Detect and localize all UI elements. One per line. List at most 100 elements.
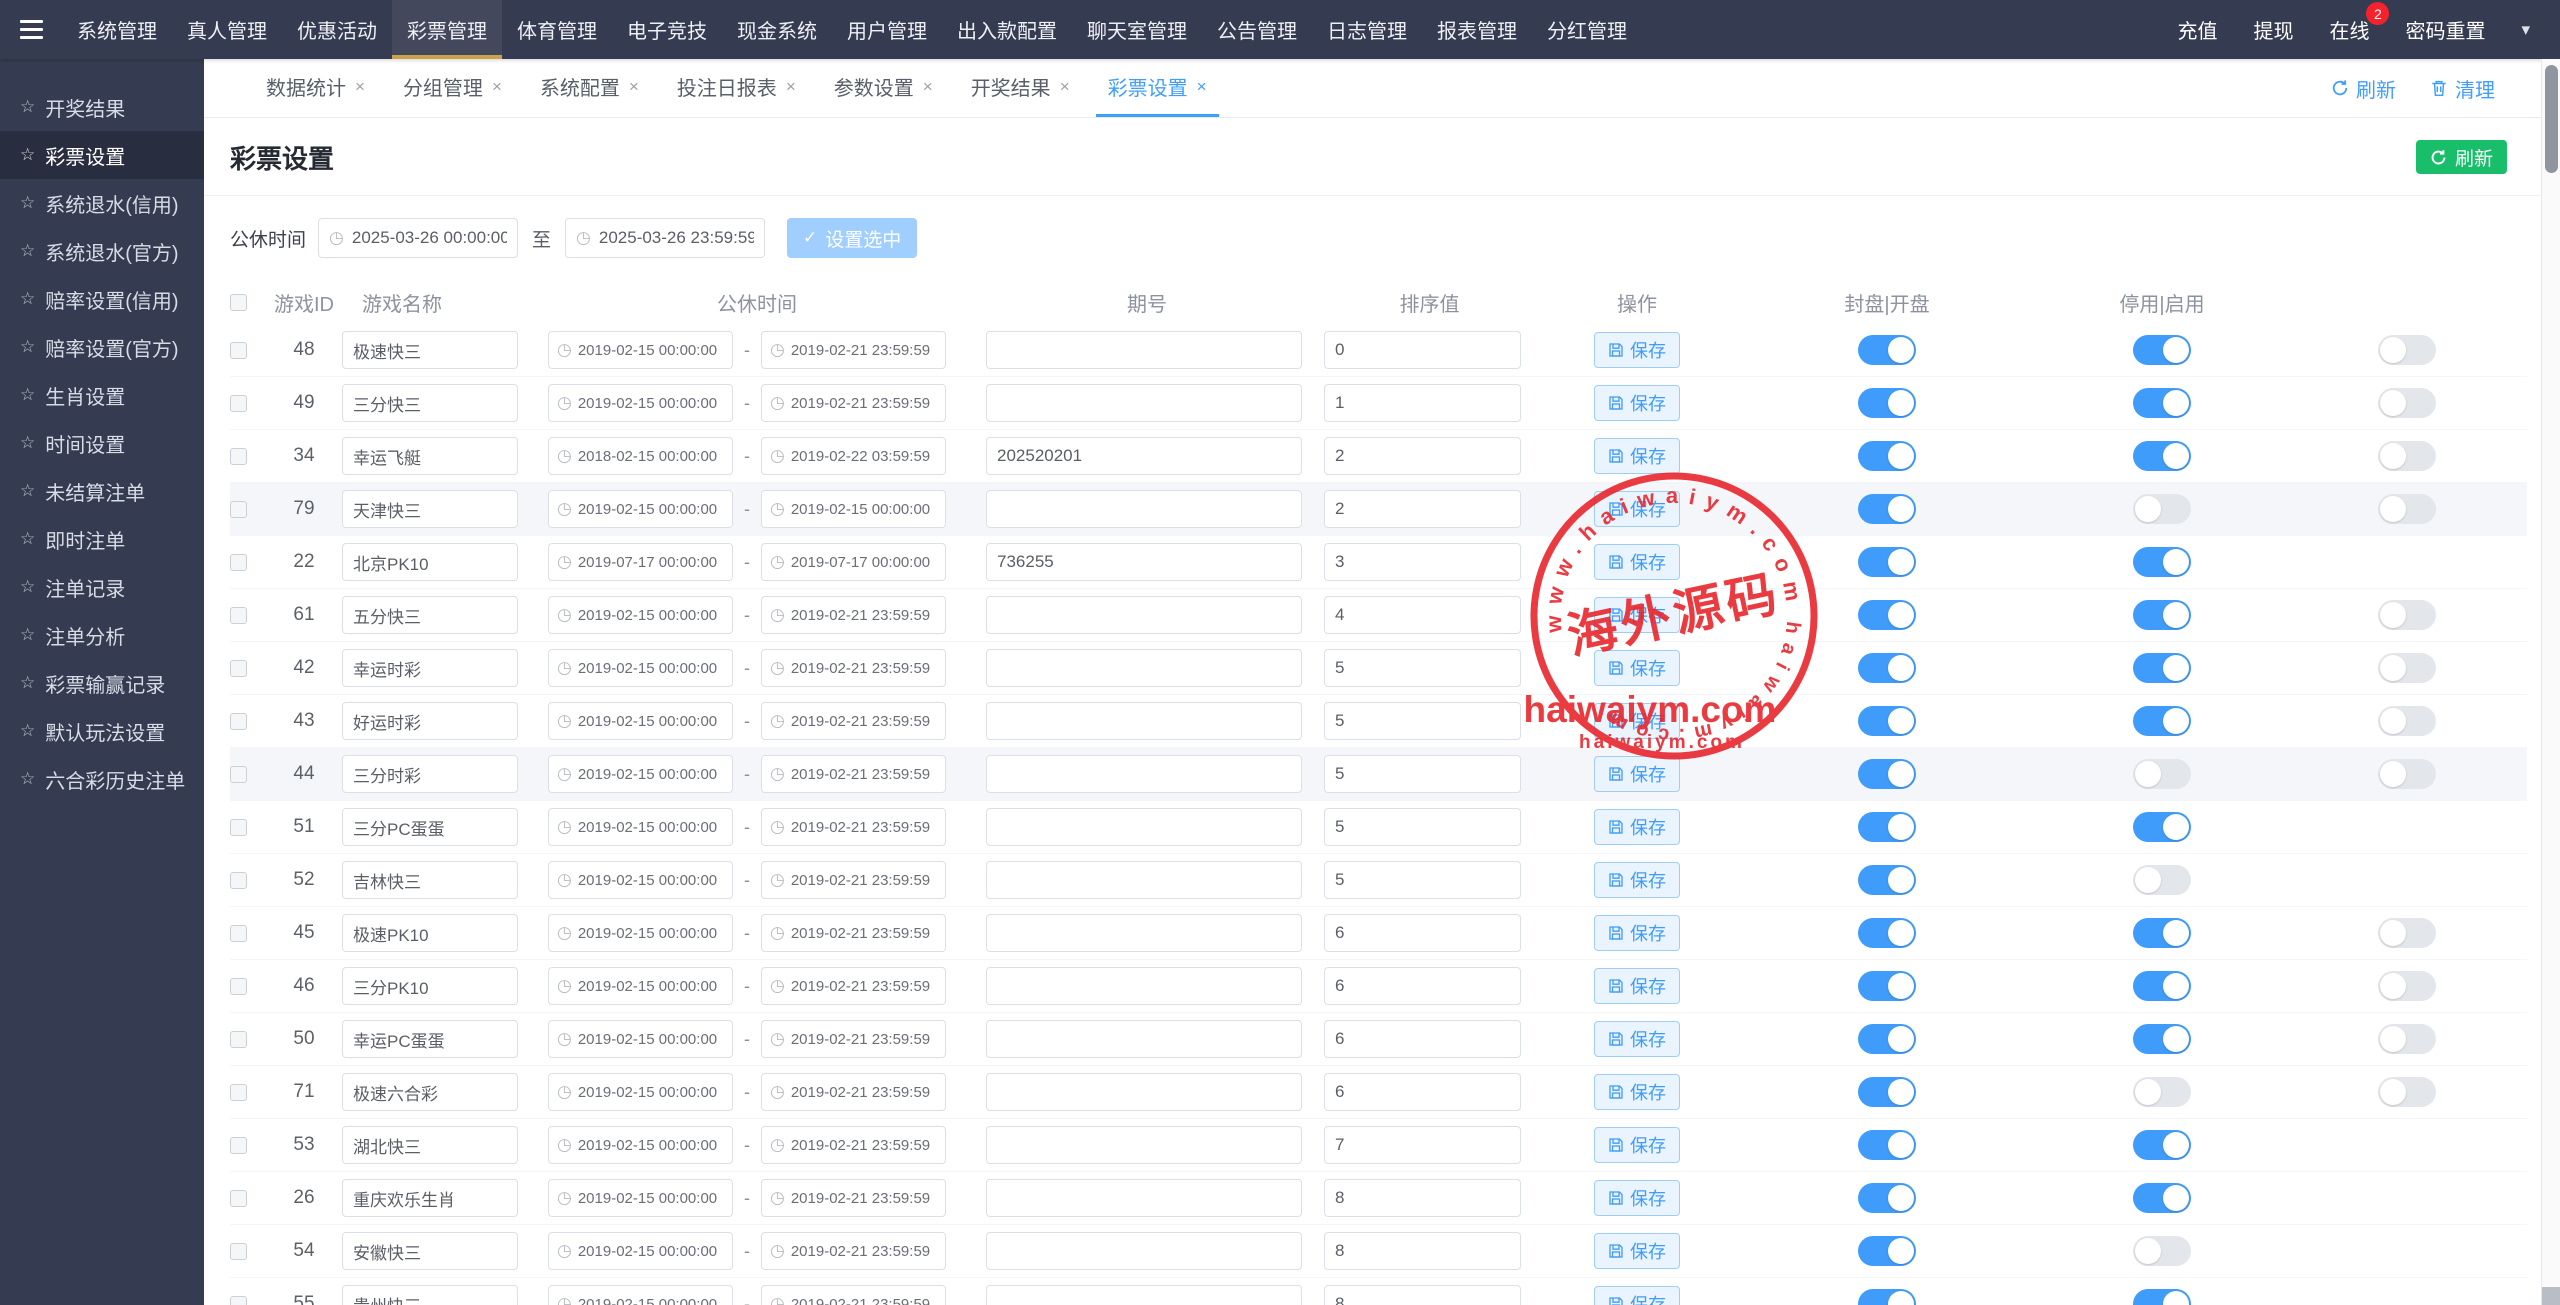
disable-enable-toggle[interactable] xyxy=(2133,1183,2191,1213)
rest-end-input[interactable] xyxy=(791,925,937,942)
disable-enable-toggle[interactable] xyxy=(2133,1130,2191,1160)
nav-item[interactable]: 电子竞技 xyxy=(612,0,722,59)
rest-start-input[interactable] xyxy=(578,766,724,783)
tab-item[interactable]: 系统配置× xyxy=(528,59,651,117)
rest-start-input[interactable] xyxy=(578,1031,724,1048)
rest-end-input[interactable] xyxy=(791,1190,937,1207)
vertical-scrollbar[interactable] xyxy=(2541,59,2560,1305)
close-icon[interactable]: × xyxy=(355,77,365,97)
sidebar-item[interactable]: ☆即时注单 xyxy=(0,515,204,563)
disable-enable-toggle[interactable] xyxy=(2133,706,2191,736)
issue-input[interactable] xyxy=(986,914,1302,952)
seal-open-toggle[interactable] xyxy=(1858,494,1916,524)
select-all-checkbox[interactable] xyxy=(230,294,247,311)
game-name-input[interactable] xyxy=(342,755,518,793)
issue-input[interactable] xyxy=(986,384,1302,422)
game-name-input[interactable] xyxy=(342,649,518,687)
seal-open-toggle[interactable] xyxy=(1858,1289,1916,1305)
issue-input[interactable] xyxy=(986,1179,1302,1217)
game-name-input[interactable] xyxy=(342,490,518,528)
disable-enable-toggle[interactable] xyxy=(2133,865,2191,895)
save-button[interactable]: 保存 xyxy=(1594,915,1680,951)
tab-item[interactable]: 分组管理× xyxy=(391,59,514,117)
seal-open-toggle[interactable] xyxy=(1858,388,1916,418)
disable-enable-toggle[interactable] xyxy=(2133,918,2191,948)
extra-toggle[interactable] xyxy=(2378,759,2436,789)
rest-end-input[interactable] xyxy=(791,395,937,412)
withdraw-link[interactable]: 提现 xyxy=(2253,15,2293,44)
issue-input[interactable] xyxy=(986,437,1302,475)
rest-end-input[interactable] xyxy=(791,766,937,783)
sidebar-item[interactable]: ☆注单记录 xyxy=(0,563,204,611)
rest-start-input[interactable] xyxy=(578,607,724,624)
rest-start-input[interactable] xyxy=(578,1084,724,1101)
row-checkbox[interactable] xyxy=(230,501,247,518)
issue-input[interactable] xyxy=(986,331,1302,369)
row-checkbox[interactable] xyxy=(230,342,247,359)
issue-input[interactable] xyxy=(986,808,1302,846)
seal-open-toggle[interactable] xyxy=(1858,865,1916,895)
sort-input[interactable] xyxy=(1324,543,1521,581)
save-button[interactable]: 保存 xyxy=(1594,703,1680,739)
row-checkbox[interactable] xyxy=(230,713,247,730)
game-name-input[interactable] xyxy=(342,1073,518,1111)
extra-toggle[interactable] xyxy=(2378,971,2436,1001)
sidebar-item[interactable]: ☆六合彩历史注单 xyxy=(0,755,204,803)
sidebar-item[interactable]: ☆彩票设置 xyxy=(0,131,204,179)
game-name-input[interactable] xyxy=(342,808,518,846)
game-name-input[interactable] xyxy=(342,861,518,899)
issue-input[interactable] xyxy=(986,1020,1302,1058)
issue-input[interactable] xyxy=(986,543,1302,581)
close-icon[interactable]: × xyxy=(786,77,796,97)
seal-open-toggle[interactable] xyxy=(1858,1130,1916,1160)
rest-start-input[interactable] xyxy=(578,554,724,571)
rest-end-input[interactable] xyxy=(791,978,937,995)
save-button[interactable]: 保存 xyxy=(1594,1021,1680,1057)
sidebar-item[interactable]: ☆注单分析 xyxy=(0,611,204,659)
game-name-input[interactable] xyxy=(342,1126,518,1164)
seal-open-toggle[interactable] xyxy=(1858,706,1916,736)
disable-enable-toggle[interactable] xyxy=(2133,547,2191,577)
game-name-input[interactable] xyxy=(342,1020,518,1058)
rest-start-input[interactable] xyxy=(578,501,724,518)
row-checkbox[interactable] xyxy=(230,766,247,783)
nav-item[interactable]: 系统管理 xyxy=(62,0,172,59)
rest-end-input[interactable] xyxy=(791,1137,937,1154)
row-checkbox[interactable] xyxy=(230,1031,247,1048)
sort-input[interactable] xyxy=(1324,808,1521,846)
menu-toggle-icon[interactable] xyxy=(0,0,62,59)
rest-end-input[interactable] xyxy=(791,872,937,889)
game-name-input[interactable] xyxy=(342,1232,518,1270)
sidebar-item[interactable]: ☆生肖设置 xyxy=(0,371,204,419)
game-name-input[interactable] xyxy=(342,702,518,740)
game-name-input[interactable] xyxy=(342,384,518,422)
issue-input[interactable] xyxy=(986,1126,1302,1164)
sort-input[interactable] xyxy=(1324,1285,1521,1305)
tab-item[interactable]: 开奖结果× xyxy=(959,59,1082,117)
game-name-input[interactable] xyxy=(342,914,518,952)
sidebar-item[interactable]: ☆彩票输赢记录 xyxy=(0,659,204,707)
nav-item[interactable]: 聊天室管理 xyxy=(1072,0,1202,59)
disable-enable-toggle[interactable] xyxy=(2133,1236,2191,1266)
disable-enable-toggle[interactable] xyxy=(2133,653,2191,683)
seal-open-toggle[interactable] xyxy=(1858,1236,1916,1266)
issue-input[interactable] xyxy=(986,702,1302,740)
rest-start-input[interactable] xyxy=(578,1190,724,1207)
rest-start-input[interactable] xyxy=(578,660,724,677)
extra-toggle[interactable] xyxy=(2378,600,2436,630)
rest-start-input[interactable] xyxy=(578,978,724,995)
extra-toggle[interactable] xyxy=(2378,441,2436,471)
issue-input[interactable] xyxy=(986,649,1302,687)
row-checkbox[interactable] xyxy=(230,925,247,942)
nav-item[interactable]: 用户管理 xyxy=(832,0,942,59)
sort-input[interactable] xyxy=(1324,861,1521,899)
sort-input[interactable] xyxy=(1324,1020,1521,1058)
game-name-input[interactable] xyxy=(342,437,518,475)
sidebar-item[interactable]: ☆默认玩法设置 xyxy=(0,707,204,755)
tab-item[interactable]: 投注日报表× xyxy=(665,59,808,117)
rest-start-input[interactable] xyxy=(578,872,724,889)
row-checkbox[interactable] xyxy=(230,819,247,836)
save-button[interactable]: 保存 xyxy=(1594,438,1680,474)
issue-input[interactable] xyxy=(986,1232,1302,1270)
issue-input[interactable] xyxy=(986,861,1302,899)
